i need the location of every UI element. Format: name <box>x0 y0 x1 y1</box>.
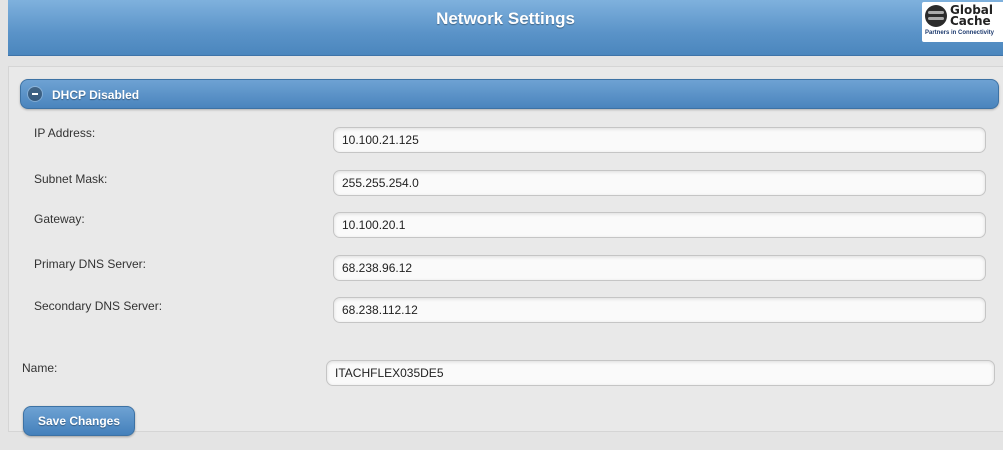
dhcp-toggle[interactable]: DHCP Disabled <box>20 79 999 109</box>
globe-icon <box>925 5 947 27</box>
subnet-mask-input[interactable] <box>333 170 986 196</box>
ip-address-input[interactable] <box>333 127 986 153</box>
logo-tagline: Partners in Connectivity <box>925 30 995 36</box>
primary-dns-input[interactable] <box>333 255 986 281</box>
ip-address-label: IP Address: <box>34 126 96 140</box>
name-input[interactable] <box>326 360 995 386</box>
logo-word-2: Cache <box>950 14 991 28</box>
minus-circle-icon <box>28 87 42 101</box>
secondary-dns-label: Secondary DNS Server: <box>34 299 163 313</box>
save-changes-button[interactable]: Save Changes <box>23 406 135 436</box>
primary-dns-label: Primary DNS Server: <box>34 257 147 271</box>
gateway-input[interactable] <box>333 212 986 238</box>
dhcp-label: DHCP Disabled <box>52 88 140 102</box>
page-title: Network Settings <box>436 9 575 28</box>
subnet-mask-label: Subnet Mask: <box>34 172 108 186</box>
name-label: Name: <box>22 361 58 375</box>
gateway-label: Gateway: <box>34 212 85 226</box>
global-cache-logo: Global Cache Partners in Connectivity <box>922 2 1003 42</box>
secondary-dns-input[interactable] <box>333 297 986 323</box>
header-bar: Network Settings Global Cache Partners i… <box>8 0 1003 56</box>
